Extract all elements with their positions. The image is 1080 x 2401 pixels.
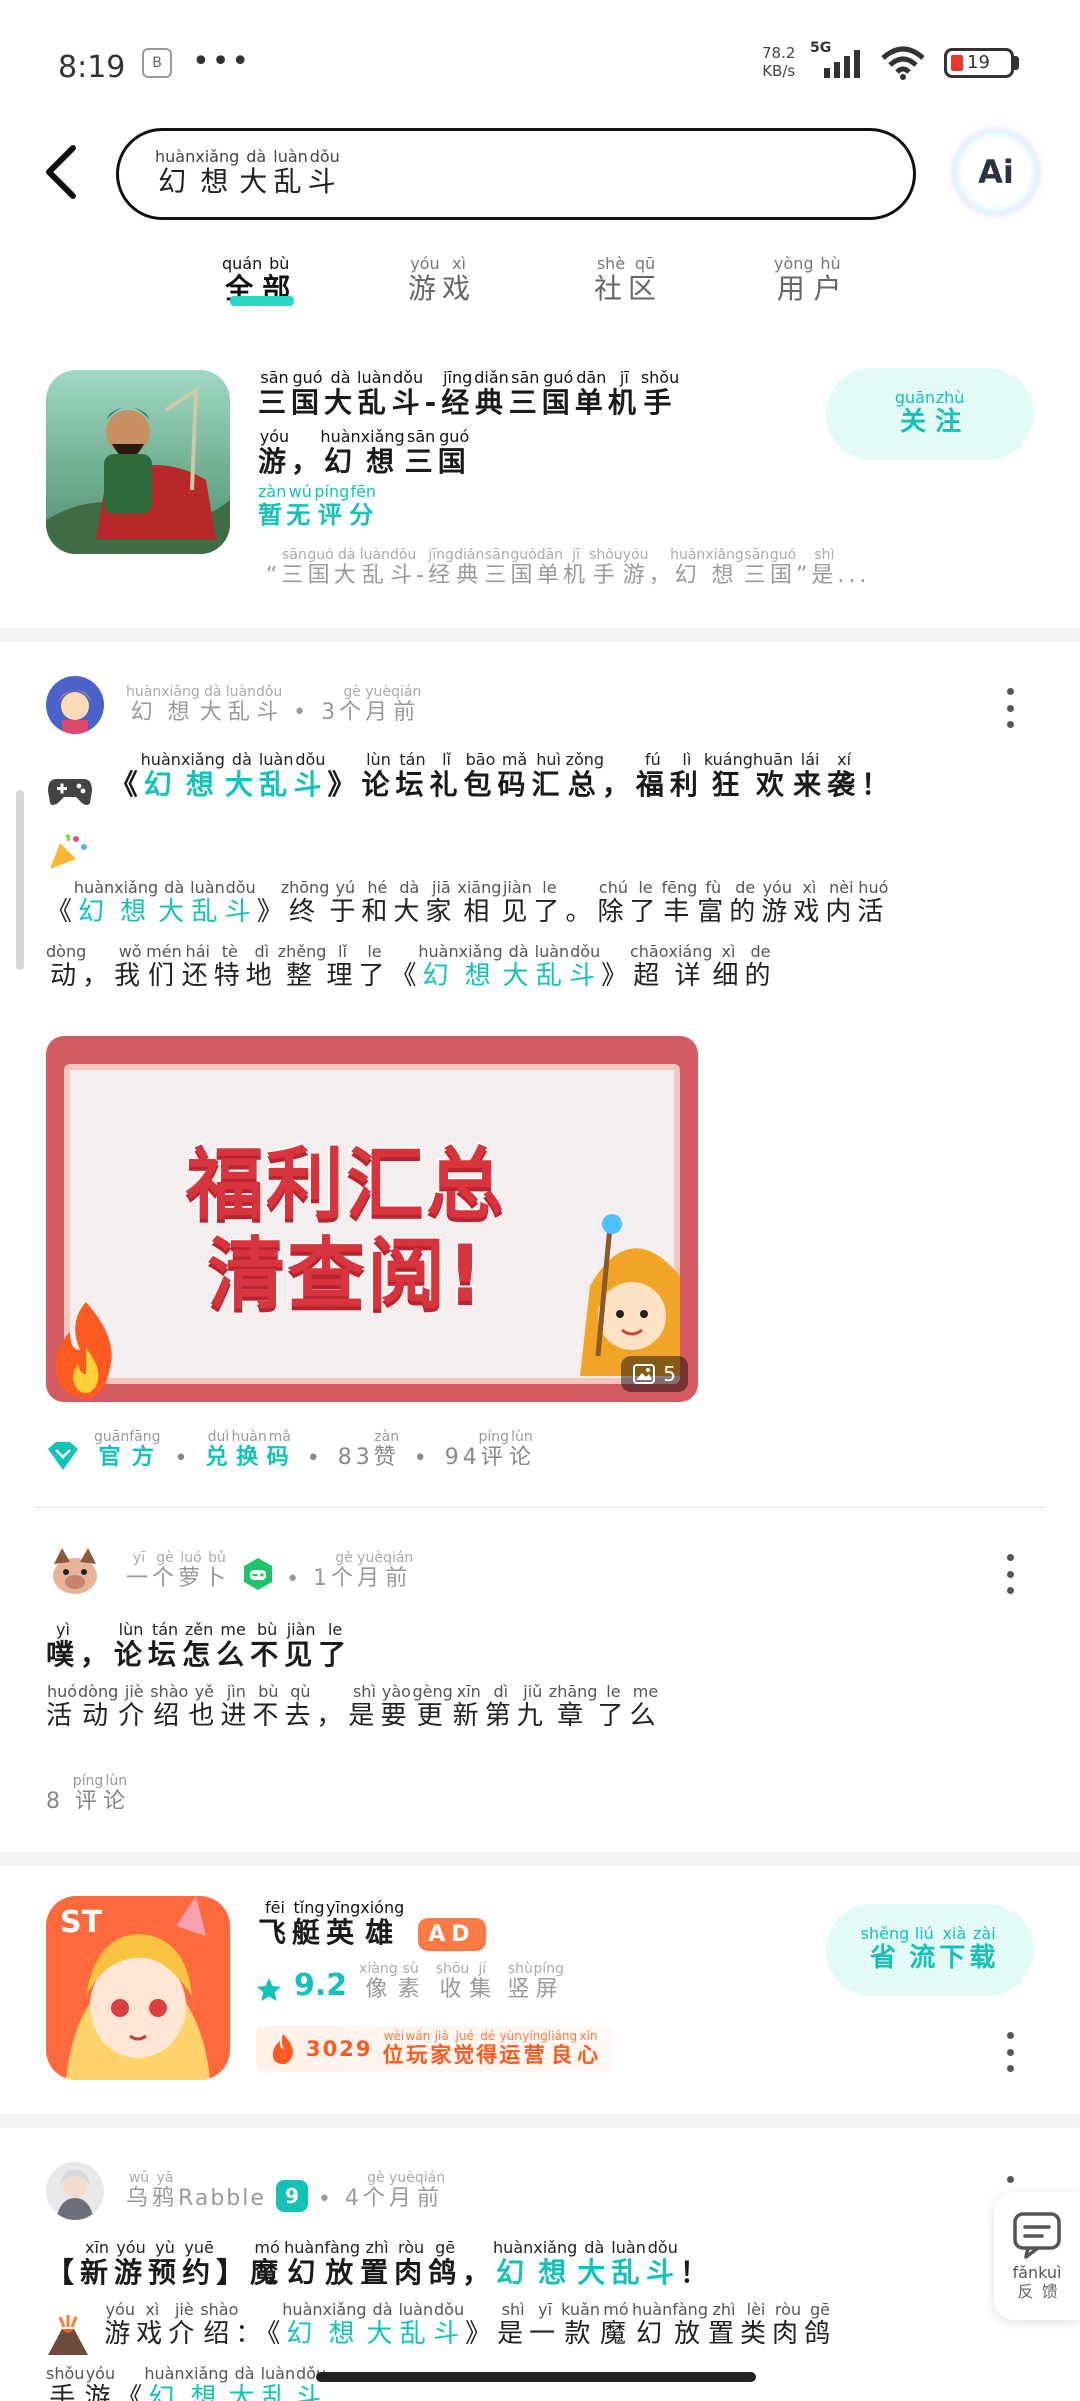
signal-icon: [824, 50, 860, 78]
post-author-meta: 乌wū鸦yāRabble 9 • 4个gè月yuè前qián: [126, 2169, 446, 2212]
post-header: 乌wū鸦yāRabble 9 • 4个gè月yuè前qián: [46, 2162, 445, 2220]
post-time: 4个gè月yuè前qián: [344, 2169, 446, 2211]
post-author[interactable]: 一yī个gè萝luó卜bǔ: [126, 1550, 230, 1592]
post-time: 1个gè月yuè前qián: [313, 1549, 414, 1591]
app-rating: 暂zàn无wú评píng分fēn: [258, 482, 378, 529]
search-input[interactable]: 幻huàn想xiǎng大dà乱luàn斗dǒu: [116, 128, 916, 220]
network-speed-unit: KB/s: [762, 62, 796, 80]
avatar[interactable]: [46, 1542, 104, 1600]
game-link[interactable]: 幻huàn想xiǎng大dà乱luàn斗dǒu: [282, 2300, 465, 2349]
post-title[interactable]: 《幻huàn想xiǎng大dà乱luàn斗dǒu》论lùn坛tán礼lǐ包bāo…: [46, 750, 1046, 881]
flame-icon: [272, 2034, 293, 2065]
section-separator: [0, 1852, 1080, 1866]
wifi-icon: [881, 46, 925, 80]
post-header: 幻huàn想xiǎng大dà乱luàn斗dǒu • 3个gè月yuè前qián: [46, 676, 421, 734]
comment-count[interactable]: 8 评píng论lùn: [46, 1773, 129, 1815]
app-title[interactable]: 飞fēi艇tǐng英yīng雄xióng AD: [258, 1898, 486, 1951]
divider: [34, 1506, 1046, 1508]
game-link[interactable]: 幻huàn想xiǎng大dà乱luàn斗dǒu: [141, 750, 328, 801]
post-body[interactable]: 游yóu戏xì介jiè绍shào：《幻huàn想xiǎng大dà乱luàn斗dǒ…: [46, 2300, 1046, 2401]
more-options-icon[interactable]: [1000, 1554, 1020, 1594]
chevron-left-icon: [46, 145, 76, 199]
game-link[interactable]: 幻huàn想xiǎng大dà乱luàn斗dǒu: [418, 942, 602, 991]
tag-official[interactable]: 官guān方fāng: [94, 1429, 161, 1471]
network-speed: 78.2 KB/s: [762, 44, 795, 80]
app-score-row: 9.2 像xiàng素sù 收shōu集jí 竖shù屏píng: [256, 1961, 564, 2003]
app-title[interactable]: 三sān国guó大dà乱luàn斗dǒu-经jīng典diǎn三sān国guó单…: [258, 368, 778, 488]
active-tab-indicator: [230, 296, 294, 306]
image-count-badge: 5: [621, 1356, 688, 1392]
volcano-icon: [46, 2314, 90, 2355]
tab-users[interactable]: 用yòng户hù: [774, 254, 848, 307]
like-count[interactable]: 83赞zàn: [338, 1429, 400, 1471]
status-time: 8:19: [58, 50, 126, 85]
search-query: 幻huàn想xiǎng大dà乱luàn斗dǒu: [155, 146, 342, 198]
game-link[interactable]: 幻huàn想xiǎng大dà乱luàn斗dǒu: [144, 2364, 327, 2401]
post-time: 3个gè月yuè前qián: [321, 683, 422, 725]
post-title[interactable]: 【新xīn游yóu预yù约yuē】魔mó幻huàn放fàng置zhì肉ròu鸽g…: [46, 2238, 1046, 2305]
battery-icon: 19: [944, 48, 1014, 78]
player-review-tag: 3029 位wèi玩wán家jiā觉jué得dé运yùn营yíng良liáng心…: [256, 2026, 615, 2072]
battery-level: 19: [967, 52, 990, 73]
gamepad-icon: [46, 768, 94, 805]
post-title[interactable]: 噗yì，论lùn坛tán怎zěn么me不bù见jiàn了le: [46, 1620, 1046, 1687]
post-footer: 官guān方fāng • 兑duì换huàn码mǎ • 83赞zàn • 94评…: [46, 1429, 535, 1471]
avatar[interactable]: [46, 676, 104, 734]
post-author-meta: 幻huàn想xiǎng大dà乱luàn斗dǒu • 3个gè月yuè前qián: [126, 683, 422, 725]
image-caption-line2: 清查阅!: [206, 1229, 485, 1322]
image-icon: [633, 1364, 656, 1384]
feedback-button[interactable]: 反fǎn馈kuì: [994, 2192, 1080, 2320]
fire-icon: [55, 1302, 112, 1398]
back-button[interactable]: [36, 142, 86, 202]
feedback-icon: [1013, 2211, 1061, 2259]
tab-games[interactable]: 游yóu戏xì: [408, 254, 476, 307]
post-body[interactable]: 《幻huàn想xiǎng大dà乱luàn斗dǒu》终zhōng于yú和hé大dà…: [46, 878, 1046, 1008]
party-popper-icon: [46, 830, 90, 870]
network-speed-value: 78.2: [762, 44, 796, 62]
post-image[interactable]: 福利汇总 清查阅! 5: [46, 1036, 698, 1402]
status-bar: 8:19 B ••• 78.2 KB/s 5G 19: [0, 0, 1080, 120]
app-icon[interactable]: ST: [46, 1896, 230, 2080]
gamer-badge-icon: [244, 1557, 273, 1590]
app-icon[interactable]: [46, 370, 230, 554]
follow-button[interactable]: 关guān 注zhù: [826, 368, 1034, 460]
game-link[interactable]: 幻huàn想xiǎng大dà乱luàn斗dǒu: [493, 2238, 680, 2289]
more-options-icon[interactable]: [1000, 688, 1020, 728]
post-author[interactable]: 乌wū鸦yāRabble: [126, 2170, 266, 2212]
app-tag: 收shōu集jí: [435, 1961, 496, 2002]
ad-badge: AD: [418, 1918, 486, 1951]
app-title-line1: 三sān国guó大dà乱luàn斗dǒu-经jīng典diǎn三sān国guó单…: [258, 368, 680, 419]
app-result-card[interactable]: 三sān国guó大dà乱luàn斗dǒu-经jīng典diǎn三sān国guó单…: [0, 360, 1080, 610]
feedback-label: 反fǎn馈kuì: [1012, 2262, 1062, 2301]
tab-community[interactable]: 社shè区qū: [594, 254, 662, 307]
comment-count[interactable]: 94评píng论lùn: [445, 1429, 535, 1471]
notification-app-icon: B: [142, 48, 172, 78]
more-notifications-icon: •••: [192, 44, 252, 79]
app-score: 9.2: [294, 1968, 348, 2003]
more-options-icon[interactable]: [1000, 2032, 1020, 2072]
diamond-icon: [48, 1442, 78, 1470]
app-tag: 像xiàng素sù: [359, 1961, 424, 2002]
post-header: 一yī个gè萝luó卜bǔ • 1个gè月yuè前qián: [46, 1542, 413, 1600]
game-link[interactable]: 幻huàn想xiǎng大dà乱luàn斗dǒu: [74, 878, 257, 927]
post-body[interactable]: 活huó动dòng介jiè绍shào也yě进jìn不bù去qù，是shì要yào…: [46, 1682, 1046, 1748]
ai-assistant-button[interactable]: Ai: [954, 130, 1038, 214]
level-badge: 9: [275, 2179, 308, 2212]
tag-redeem-code[interactable]: 兑duì换huàn码mǎ: [205, 1429, 292, 1471]
app-title-line2: 游yóu，幻huàn想xiǎng三sān国guó: [258, 427, 471, 478]
avatar[interactable]: [46, 2162, 104, 2220]
app-description: “三sān国guó大dà乱luàn斗dǒu-经jīng典diǎn三sān国guó…: [266, 548, 871, 588]
app-tag: 竖shù屏píng: [507, 1961, 564, 2002]
post-footer: 8 评píng论lùn: [46, 1773, 129, 1815]
home-indicator[interactable]: [316, 2372, 756, 2382]
download-button[interactable]: 省shěng 流liú 下xià 载zài: [826, 1904, 1034, 1996]
post-author-meta: 一yī个gè萝luó卜bǔ • 1个gè月yuè前qián: [126, 1549, 414, 1592]
section-separator: [0, 628, 1080, 642]
section-separator: [0, 2114, 1080, 2128]
svg-text:ST: ST: [60, 1905, 103, 1940]
scrollbar[interactable]: [16, 790, 24, 970]
star-icon: [257, 1978, 281, 2001]
post-author[interactable]: 幻huàn想xiǎng大dà乱luàn斗dǒu: [126, 684, 282, 725]
search-tabs: 全quán部bù 游yóu戏xì 社shè区qū 用yòng户hù: [0, 254, 1080, 316]
